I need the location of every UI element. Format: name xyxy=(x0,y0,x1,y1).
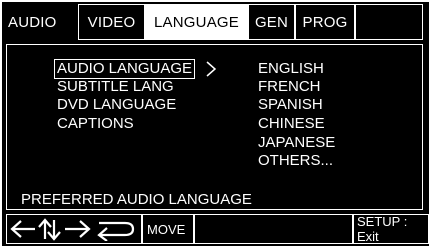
left-arrow-icon xyxy=(10,220,35,238)
navigation-keys-hint xyxy=(6,214,142,244)
language-option-japanese[interactable]: JAPANESE xyxy=(258,134,335,152)
move-hint: MOVE xyxy=(142,214,194,244)
tab-audio[interactable]: AUDIO xyxy=(6,4,78,40)
language-option-chinese[interactable]: CHINESE xyxy=(258,115,325,133)
language-settings-panel: AUDIO LANGUAGE SUBTITLE LANG DVD LANGUAG… xyxy=(6,44,423,210)
tab-video[interactable]: VIDEO xyxy=(78,4,145,40)
menu-item-captions[interactable]: CAPTIONS xyxy=(57,115,134,133)
tab-prog[interactable]: PROG xyxy=(295,4,355,40)
right-chevron-icon xyxy=(206,61,217,77)
setup-menu-screen: AUDIO VIDEO LANGUAGE GEN PROG AUDIO LANG… xyxy=(2,2,429,246)
language-option-spanish[interactable]: SPANISH xyxy=(258,96,323,114)
language-option-english[interactable]: ENGLISH xyxy=(258,60,324,78)
language-option-others[interactable]: OTHERS... xyxy=(258,152,333,170)
setup-exit-hint[interactable]: SETUP : Exit xyxy=(353,214,429,244)
menu-item-dvd-language[interactable]: DVD LANGUAGE xyxy=(57,96,176,114)
help-text: PREFERRED AUDIO LANGUAGE xyxy=(21,191,252,208)
tab-gen[interactable]: GEN xyxy=(248,4,295,40)
up-arrow-icon xyxy=(38,218,52,239)
enter-icon xyxy=(97,221,135,241)
tab-empty-slot xyxy=(355,4,423,40)
hint-empty-slot xyxy=(194,214,353,244)
tab-language[interactable]: LANGUAGE xyxy=(145,4,248,40)
menu-item-audio-language[interactable]: AUDIO LANGUAGE xyxy=(53,59,196,79)
menu-item-subtitle-lang[interactable]: SUBTITLE LANG xyxy=(57,78,174,96)
right-arrow-icon xyxy=(65,220,91,238)
down-arrow-icon xyxy=(47,220,61,241)
navigation-arrows-icon xyxy=(10,218,135,241)
language-option-french[interactable]: FRENCH xyxy=(258,78,321,96)
